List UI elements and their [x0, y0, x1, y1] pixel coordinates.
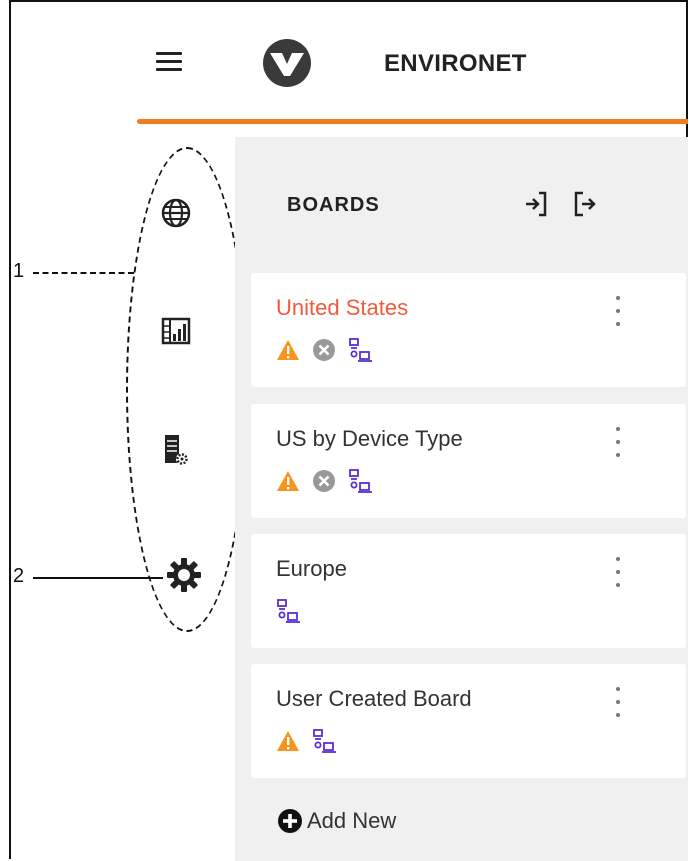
board-card[interactable]: User Created Board	[251, 664, 686, 778]
warning-icon	[277, 731, 299, 751]
vertiv-logo-icon	[263, 39, 311, 87]
board-card[interactable]: Europe	[251, 534, 686, 648]
devices-icon	[349, 469, 372, 493]
annotation-label-1: 1	[13, 260, 25, 282]
warning-icon	[277, 471, 299, 491]
app-title: ENVIRONET	[384, 50, 527, 77]
board-title: Europe	[276, 556, 347, 581]
board-options-menu-icon[interactable]	[612, 295, 624, 329]
annotation-ellipse	[126, 147, 248, 632]
board-title: United States	[276, 295, 409, 320]
boards-panel: BOARDS United States US by Device Type E…	[235, 137, 688, 861]
board-options-menu-icon[interactable]	[612, 556, 624, 590]
devices-icon	[277, 599, 300, 623]
boards-title: BOARDS	[287, 194, 380, 216]
add-new-label: Add New	[307, 808, 397, 833]
annotation-leader-2	[33, 577, 163, 579]
devices-icon	[349, 338, 372, 362]
board-title: US by Device Type	[276, 426, 463, 451]
board-title: User Created Board	[276, 686, 472, 711]
annotation-label-2: 2	[13, 565, 25, 587]
error-icon	[313, 470, 335, 492]
board-options-menu-icon[interactable]	[612, 686, 624, 720]
add-new-board-button[interactable]: Add New	[277, 806, 396, 836]
annotation-leader-1	[33, 272, 134, 274]
expand-all-icon[interactable]	[524, 189, 550, 219]
board-status-icons	[276, 466, 374, 496]
board-status-icons	[276, 335, 374, 365]
board-status-icons	[276, 596, 302, 626]
collapse-all-icon[interactable]	[572, 189, 598, 219]
header-accent-bar	[137, 119, 688, 124]
warning-icon	[277, 340, 299, 360]
board-options-menu-icon[interactable]	[612, 426, 624, 460]
plus-circle-icon	[278, 809, 302, 833]
error-icon	[313, 339, 335, 361]
board-status-icons	[276, 726, 338, 756]
window-frame: ENVIRONET 1 2 BOARDS United States US by…	[9, 0, 688, 861]
devices-icon	[313, 729, 336, 753]
app-header: ENVIRONET	[11, 2, 688, 120]
board-card[interactable]: US by Device Type	[251, 404, 686, 518]
hamburger-menu-icon[interactable]	[156, 52, 182, 72]
board-card[interactable]: United States	[251, 273, 686, 387]
